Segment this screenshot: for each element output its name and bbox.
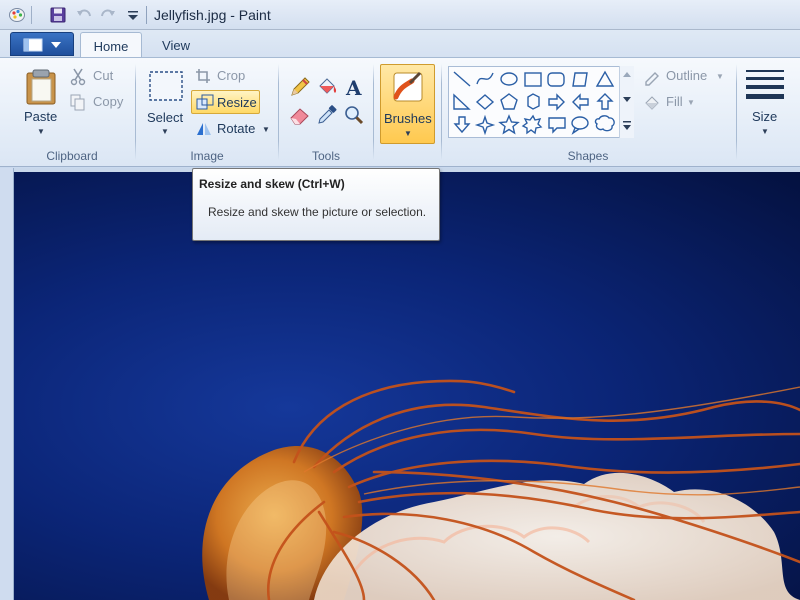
fill-bucket-icon[interactable] (315, 75, 339, 99)
resize-button[interactable]: Resize (191, 90, 260, 114)
rotate-button[interactable]: Rotate ▼ (193, 118, 273, 140)
chevron-down-icon (51, 42, 61, 48)
select-rectangle-icon (149, 71, 183, 101)
magnifier-icon[interactable] (342, 103, 366, 127)
shapes-group-label: Shapes (567, 149, 609, 163)
outline-button[interactable]: Outline ▼ (641, 66, 727, 88)
fill-button[interactable]: Fill ▼ (641, 92, 711, 114)
copy-icon (70, 94, 85, 111)
text-icon[interactable]: A (342, 75, 366, 99)
title-bar: Jellyfish.jpg - Paint (0, 0, 800, 30)
resize-icon (196, 94, 214, 110)
outline-label: Outline (666, 68, 708, 83)
chevron-down-icon: ▼ (404, 129, 412, 138)
size-button[interactable]: Size ▼ (742, 64, 788, 140)
fill-label: Fill (666, 94, 683, 109)
resize-label: Resize (217, 95, 257, 110)
chevron-down-icon: ▼ (687, 98, 695, 107)
paste-label: Paste (24, 109, 58, 124)
redo-icon[interactable] (99, 6, 117, 24)
group-separator (441, 64, 442, 160)
crop-label: Crop (217, 68, 246, 83)
crop-icon (196, 69, 210, 83)
qat-separator (31, 6, 32, 24)
copy-label: Copy (93, 94, 124, 109)
tooltip-title: Resize and skew (Ctrl+W) (199, 177, 345, 191)
tools-group-label: Tools (311, 149, 340, 163)
svg-text:A: A (345, 76, 362, 99)
ribbon-tab-row: Home View (0, 30, 800, 58)
chevron-down-icon: ▼ (716, 72, 724, 81)
paste-button[interactable]: Paste ▼ (18, 64, 64, 140)
shapes-gallery-scrollbar[interactable] (619, 66, 634, 138)
tab-view[interactable]: View (148, 32, 204, 58)
rotate-icon (197, 123, 211, 135)
chevron-down-icon: ▼ (161, 127, 169, 136)
window-title: Jellyfish.jpg - Paint (154, 7, 271, 23)
size-label: Size (752, 109, 778, 124)
copy-button[interactable]: Copy (68, 92, 130, 114)
outline-icon (645, 72, 659, 86)
rotate-label: Rotate (217, 121, 256, 136)
tab-home[interactable]: Home (80, 32, 142, 58)
brushes-button[interactable]: Brushes ▼ (380, 64, 435, 144)
color-picker-icon[interactable] (315, 103, 339, 127)
crop-button[interactable]: Crop (193, 66, 255, 88)
chevron-down-icon: ▼ (761, 127, 769, 136)
tooltip-description: Resize and skew the picture or selection… (208, 205, 427, 219)
image-group-label: Image (190, 149, 224, 163)
gallery-scroll-arrows (623, 72, 631, 130)
save-icon[interactable] (49, 6, 67, 24)
scissors-icon (70, 68, 86, 86)
pencil-icon[interactable] (288, 75, 312, 99)
cut-label: Cut (93, 68, 114, 83)
ribbon: Paste ▼ Cut Copy Clipboard Select ▼ Crop… (0, 57, 800, 167)
customize-qat-icon[interactable] (124, 6, 142, 24)
brushes-label: Brushes (384, 111, 432, 126)
title-separator (146, 6, 147, 24)
brush-icon (393, 71, 423, 102)
select-button[interactable]: Select ▼ (144, 64, 188, 140)
canvas-left-edge (0, 168, 14, 600)
group-separator (278, 64, 279, 160)
shapes-gallery[interactable] (448, 66, 634, 138)
select-label: Select (147, 110, 184, 125)
shapes-gallery-icons (453, 70, 615, 136)
chevron-down-icon: ▼ (262, 125, 270, 134)
group-separator (373, 64, 374, 160)
undo-icon[interactable] (75, 6, 93, 24)
cut-button[interactable]: Cut (68, 66, 128, 88)
paint-menu-button[interactable] (10, 32, 74, 56)
chevron-down-icon: ▼ (37, 127, 45, 136)
paint-app-icon[interactable] (8, 6, 26, 24)
resize-tooltip: Resize and skew (Ctrl+W) Resize and skew… (192, 168, 440, 241)
clipboard-group-label: Clipboard (46, 149, 98, 163)
fill-bucket-icon (645, 96, 659, 110)
paste-icon (26, 69, 56, 105)
group-separator (736, 64, 737, 160)
paint-menu-icon (23, 38, 43, 52)
eraser-icon[interactable] (288, 103, 312, 127)
group-separator (135, 64, 136, 160)
line-size-icon (746, 70, 784, 99)
